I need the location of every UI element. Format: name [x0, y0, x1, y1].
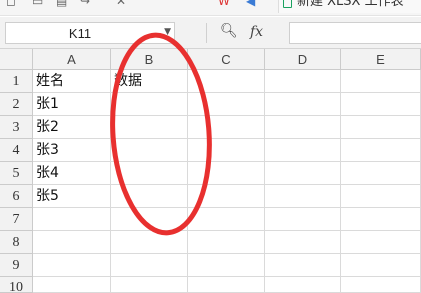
cell-e2[interactable]	[341, 93, 421, 116]
document-tab[interactable]: 新建 XLSX 工作表	[278, 0, 421, 13]
fx-icon[interactable]: fx	[250, 24, 263, 40]
cell-d4[interactable]	[265, 139, 341, 162]
cell-e1[interactable]	[341, 70, 421, 93]
row-header-9[interactable]: 9	[0, 254, 33, 277]
undo-icon[interactable]: ◻	[6, 0, 16, 7]
cell-b3[interactable]	[111, 116, 188, 139]
cell-d8[interactable]	[265, 231, 341, 254]
cell-b7[interactable]	[111, 208, 188, 231]
cell-c8[interactable]	[188, 231, 265, 254]
cell-b1[interactable]: 数据	[111, 70, 188, 93]
divider	[206, 23, 207, 43]
row-header-6[interactable]: 6	[0, 185, 33, 208]
redo-icon[interactable]: ↪	[80, 0, 90, 7]
cell-e6[interactable]	[341, 185, 421, 208]
spreadsheet-file-icon	[283, 0, 292, 8]
cell-b6[interactable]	[111, 185, 188, 208]
name-box-value: K11	[68, 26, 92, 41]
zoom-icon[interactable]: 🔍︎	[220, 23, 238, 39]
column-header-b[interactable]: B	[111, 49, 188, 70]
print-icon[interactable]: ▭	[32, 0, 43, 7]
row-header-2[interactable]: 2	[0, 93, 33, 116]
cell-e9[interactable]	[341, 254, 421, 277]
cell-c3[interactable]	[188, 116, 265, 139]
column-header-e[interactable]: E	[341, 49, 421, 70]
formula-bar: K11 ▼ 🔍︎ fx	[0, 17, 421, 49]
chevron-down-icon[interactable]: ▼	[164, 27, 171, 37]
row-header-5[interactable]: 5	[0, 162, 33, 185]
cell-b9[interactable]	[111, 254, 188, 277]
column-header-c[interactable]: C	[188, 49, 265, 70]
quick-access-toolbar: ◻ ▭ ▤ ↪ ✕ W ◀ 新建 XLSX 工作表	[0, 0, 421, 16]
name-box[interactable]: K11 ▼	[5, 22, 175, 44]
row-header-7[interactable]: 7	[0, 208, 33, 231]
cell-e5[interactable]	[341, 162, 421, 185]
cell-e10[interactable]	[341, 277, 421, 293]
cell-c9[interactable]	[188, 254, 265, 277]
cell-a7[interactable]	[33, 208, 111, 231]
cell-c10[interactable]	[188, 277, 265, 293]
formula-input[interactable]	[289, 22, 421, 44]
document-tab-title: 新建 XLSX 工作表	[297, 0, 404, 9]
cell-a2[interactable]: 张1	[33, 93, 111, 116]
row-header-1[interactable]: 1	[0, 70, 33, 93]
select-all-corner[interactable]	[0, 49, 33, 70]
row-header-3[interactable]: 3	[0, 116, 33, 139]
column-header-a[interactable]: A	[33, 49, 111, 70]
column-header-d[interactable]: D	[265, 49, 341, 70]
cell-d1[interactable]	[265, 70, 341, 93]
close-icon[interactable]: ✕	[116, 0, 126, 7]
cell-b2[interactable]	[111, 93, 188, 116]
row-header-8[interactable]: 8	[0, 231, 33, 254]
cell-a9[interactable]	[33, 254, 111, 277]
cell-a1[interactable]: 姓名	[33, 70, 111, 93]
cell-b4[interactable]	[111, 139, 188, 162]
cell-d10[interactable]	[265, 277, 341, 293]
format-painter-icon[interactable]: ▤	[56, 0, 67, 7]
back-icon[interactable]: ◀	[246, 0, 255, 7]
cell-a10[interactable]	[33, 277, 111, 293]
cell-d3[interactable]	[265, 116, 341, 139]
wps-logo-icon: W	[218, 0, 230, 8]
cell-e8[interactable]	[341, 231, 421, 254]
cell-a6[interactable]: 张5	[33, 185, 111, 208]
cell-a4[interactable]: 张3	[33, 139, 111, 162]
cell-d5[interactable]	[265, 162, 341, 185]
cell-a5[interactable]: 张4	[33, 162, 111, 185]
row-header-4[interactable]: 4	[0, 139, 33, 162]
cell-c4[interactable]	[188, 139, 265, 162]
cell-c7[interactable]	[188, 208, 265, 231]
cell-c6[interactable]	[188, 185, 265, 208]
cell-c1[interactable]	[188, 70, 265, 93]
cell-e3[interactable]	[341, 116, 421, 139]
row-header-10[interactable]: 10	[0, 277, 33, 293]
cell-b10[interactable]	[111, 277, 188, 293]
cell-c5[interactable]	[188, 162, 265, 185]
cell-d7[interactable]	[265, 208, 341, 231]
cell-d2[interactable]	[265, 93, 341, 116]
cell-a3[interactable]: 张2	[33, 116, 111, 139]
cell-b8[interactable]	[111, 231, 188, 254]
cell-d6[interactable]	[265, 185, 341, 208]
cell-d9[interactable]	[265, 254, 341, 277]
cell-c2[interactable]	[188, 93, 265, 116]
cell-b5[interactable]	[111, 162, 188, 185]
cell-e4[interactable]	[341, 139, 421, 162]
cell-e7[interactable]	[341, 208, 421, 231]
cell-a8[interactable]	[33, 231, 111, 254]
